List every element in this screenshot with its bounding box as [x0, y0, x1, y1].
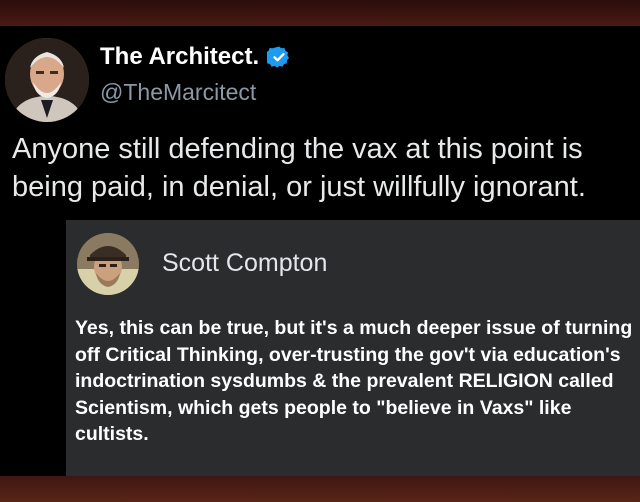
author-handle[interactable]: @TheMarcitect: [100, 78, 256, 106]
reply-comment-card: Scott Compton Yes, this can be true, but…: [66, 220, 640, 476]
tweet-text: Anyone still defending the vax at this p…: [12, 133, 586, 203]
commenter-name[interactable]: Scott Compton: [162, 248, 327, 278]
bottom-frame-border: [0, 476, 640, 502]
author-display-name[interactable]: The Architect.: [100, 42, 259, 72]
tweet-card: The Architect. @TheMarcitect Anyone stil…: [0, 26, 640, 476]
commenter-portrait-icon: [77, 233, 139, 295]
top-frame-border: [0, 0, 640, 26]
commenter-avatar[interactable]: [77, 233, 139, 295]
comment-text: Yes, this can be true, but it's a much d…: [75, 317, 633, 445]
author-name-row: The Architect.: [100, 42, 291, 72]
verified-badge-icon: [267, 46, 290, 68]
author-avatar[interactable]: [5, 38, 89, 122]
avatar-portrait-icon: [5, 38, 89, 122]
